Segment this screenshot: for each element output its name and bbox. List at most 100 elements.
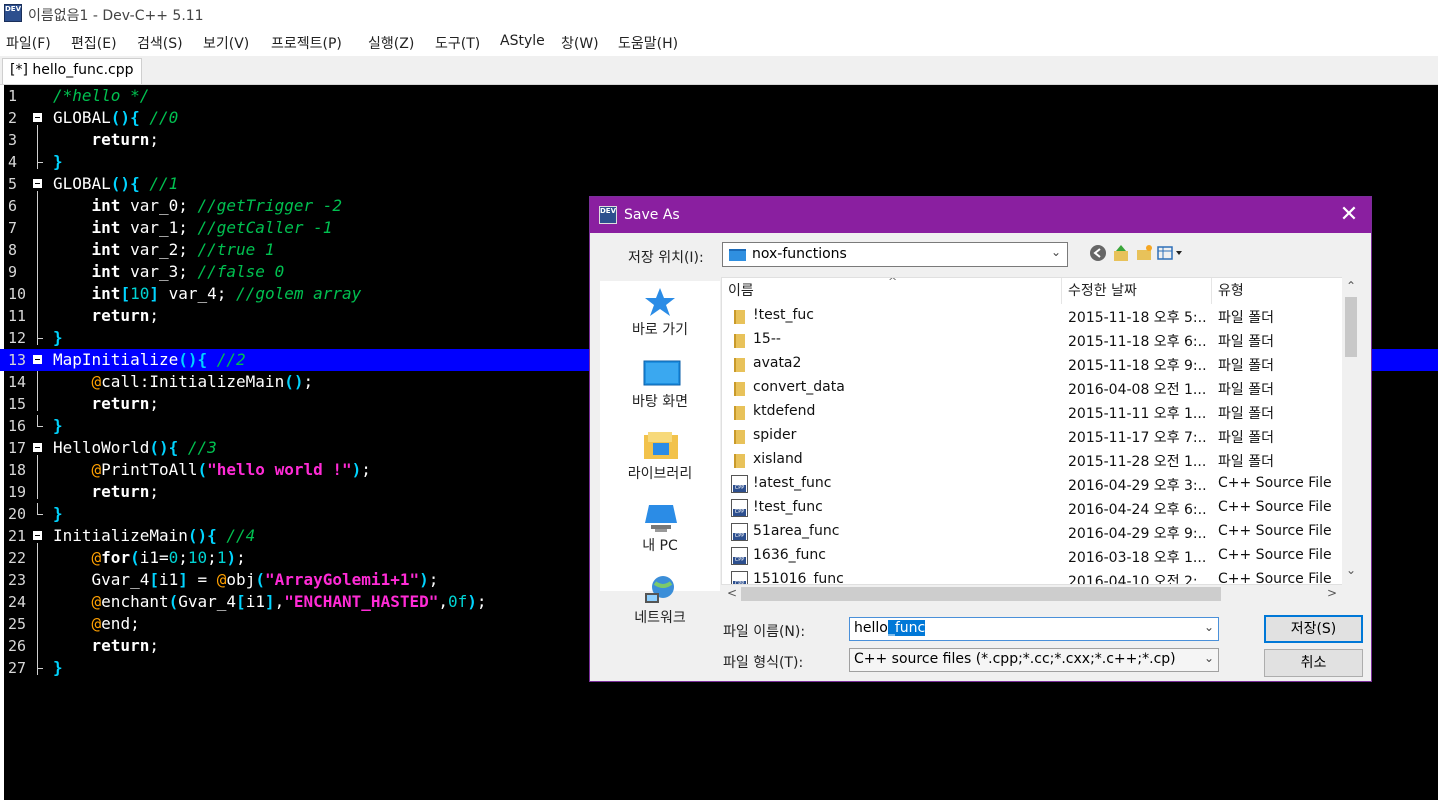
file-row[interactable]: 151016_func 2016-04-10 오전 2:... C++ Source… <box>722 568 1342 584</box>
file-row[interactable]: ktdefend 2015-11-11 오후 1... 파일 폴더 <box>722 400 1342 424</box>
scroll-thumb[interactable] <box>1345 297 1357 357</box>
line-number: 20 <box>8 505 27 523</box>
vertical-scrollbar[interactable]: ⌃ ⌄ <box>1342 277 1360 585</box>
place-libraries[interactable]: 라이브러리 <box>600 431 720 483</box>
line-number: 6 <box>8 197 18 215</box>
code-text: } <box>53 416 63 435</box>
horizontal-scrollbar[interactable]: < > <box>721 585 1342 603</box>
tab-hello-func[interactable]: [*] hello_func.cpp <box>2 58 142 84</box>
location-dropdown[interactable]: nox-functions ⌄ <box>722 242 1068 267</box>
filename-input[interactable]: hello_func ⌄ <box>849 617 1219 641</box>
view-menu-icon[interactable] <box>1157 244 1185 264</box>
code-text: int var_3; //false 0 <box>91 262 285 281</box>
back-icon[interactable] <box>1088 244 1108 264</box>
file-name: 51area_func <box>753 523 840 539</box>
file-row[interactable]: !atest_func 2016-04-29 오후 3:... C++ Source… <box>722 472 1342 496</box>
place-quick-access[interactable]: 바로 가기 <box>600 287 720 339</box>
computer-icon <box>643 503 677 533</box>
file-type: 파일 폴더 <box>1218 334 1274 350</box>
new-folder-icon[interactable] <box>1134 244 1154 264</box>
folder-icon <box>734 310 745 324</box>
code-text: } <box>53 658 63 677</box>
code-text: @end; <box>91 614 140 633</box>
place-desktop[interactable]: 바탕 화면 <box>600 359 720 411</box>
dialog-title-bar[interactable]: DEV Save As ✕ <box>590 197 1371 233</box>
window-title: 이름없음1 - Dev-C++ 5.11 <box>28 8 204 24</box>
code-line: 3 return; <box>0 129 1438 151</box>
code-text: int var_1; //getCaller -1 <box>91 218 333 237</box>
fold-end-marker <box>37 415 43 427</box>
line-number: 16 <box>8 417 27 435</box>
save-button[interactable]: 저장(S) <box>1264 615 1363 643</box>
file-row[interactable]: spider 2015-11-17 오후 7:... 파일 폴더 <box>722 424 1342 448</box>
menu-run[interactable]: 실행(Z) <box>368 33 414 53</box>
file-row[interactable]: 15-- 2015-11-18 오후 6:... 파일 폴더 <box>722 328 1342 352</box>
close-icon[interactable]: ✕ <box>1334 201 1364 229</box>
file-row[interactable]: 51area_func 2016-04-29 오후 9:... C++ Source… <box>722 520 1342 544</box>
scroll-thumb[interactable] <box>741 587 1221 601</box>
menu-view[interactable]: 보기(V) <box>203 33 249 53</box>
fold-end-marker <box>37 151 43 163</box>
cpp-file-icon <box>731 547 748 565</box>
scroll-up-icon[interactable]: ⌃ <box>1346 279 1356 293</box>
fold-collapse-icon[interactable] <box>33 179 42 188</box>
title-bar: DEV 이름없음1 - Dev-C++ 5.11 <box>0 0 1438 30</box>
code-text: return; <box>91 482 159 501</box>
line-number: 27 <box>8 659 27 677</box>
file-type: C++ Source File <box>1218 499 1332 515</box>
fold-collapse-icon[interactable] <box>33 531 42 540</box>
line-number: 21 <box>8 527 27 545</box>
code-line: 1 /*hello */ <box>0 85 1438 107</box>
scroll-right-icon[interactable]: > <box>1327 586 1337 600</box>
file-type: 파일 폴더 <box>1218 382 1274 398</box>
scroll-left-icon[interactable]: < <box>727 586 737 600</box>
file-name: 15-- <box>753 331 781 347</box>
file-row[interactable]: 1636_func 2016-03-18 오후 1... C++ Source Fi… <box>722 544 1342 568</box>
code-text: int var_0; //getTrigger -2 <box>91 196 342 215</box>
line-number: 3 <box>8 131 18 149</box>
file-type: 파일 폴더 <box>1218 310 1274 326</box>
folder-icon <box>734 358 745 372</box>
file-modified: 2015-11-28 오전 1... <box>1068 454 1207 470</box>
up-folder-icon[interactable] <box>1111 244 1131 264</box>
file-row[interactable]: avata2 2015-11-18 오후 9:... 파일 폴더 <box>722 352 1342 376</box>
file-modified: 2015-11-18 오후 6:... <box>1068 334 1208 350</box>
menu-help[interactable]: 도움말(H) <box>618 33 678 53</box>
fold-collapse-icon[interactable] <box>33 113 42 122</box>
code-text: int var_2; //true 1 <box>91 240 275 259</box>
chevron-down-icon[interactable]: ⌄ <box>1204 620 1214 634</box>
menu-edit[interactable]: 편집(E) <box>71 33 117 53</box>
scroll-down-icon[interactable]: ⌄ <box>1346 563 1356 577</box>
cancel-button[interactable]: 취소 <box>1264 649 1363 677</box>
menu-file[interactable]: 파일(F) <box>6 33 51 53</box>
file-name: !atest_func <box>753 475 832 491</box>
code-text: InitializeMain(){ //4 <box>53 526 256 545</box>
line-number: 1 <box>8 87 18 105</box>
file-type: 파일 폴더 <box>1218 454 1274 470</box>
fold-end-marker <box>37 503 43 515</box>
file-name: convert_data <box>753 379 845 395</box>
file-row[interactable]: !test_fuc 2015-11-18 오후 5:... 파일 폴더 <box>722 304 1342 328</box>
file-row[interactable]: xisland 2015-11-28 오전 1... 파일 폴더 <box>722 448 1342 472</box>
menu-astyle[interactable]: AStyle <box>500 33 545 49</box>
place-network[interactable]: 네트워크 <box>600 575 720 627</box>
dialog-title: Save As <box>624 207 680 223</box>
line-number: 17 <box>8 439 27 457</box>
place-this-pc[interactable]: 내 PC <box>600 503 720 555</box>
line-number: 23 <box>8 571 27 589</box>
menu-window[interactable]: 창(W) <box>561 33 599 53</box>
file-row[interactable]: !test_func 2016-04-24 오후 6:... C++ Source … <box>722 496 1342 520</box>
menu-search[interactable]: 검색(S) <box>137 33 183 53</box>
menu-project[interactable]: 프로젝트(P) <box>271 33 342 53</box>
line-number: 22 <box>8 549 27 567</box>
fold-collapse-icon[interactable] <box>33 443 42 452</box>
filetype-dropdown[interactable]: C++ source files (*.cpp;*.cc;*.cxx;*.c++… <box>849 648 1219 672</box>
file-list[interactable]: 이름 ^ 수정한 날짜 유형 !test_fuc 2015-11-18 오후 5:… <box>721 277 1351 585</box>
menu-tools[interactable]: 도구(T) <box>435 33 480 53</box>
column-header-modified[interactable]: 수정한 날짜 <box>1062 278 1212 304</box>
file-row[interactable]: convert_data 2016-04-08 오전 1... 파일 폴더 <box>722 376 1342 400</box>
fold-collapse-icon[interactable] <box>33 355 42 364</box>
file-name: !test_func <box>753 499 823 515</box>
column-header-type[interactable]: 유형 <box>1212 278 1342 304</box>
line-number: 7 <box>8 219 18 237</box>
